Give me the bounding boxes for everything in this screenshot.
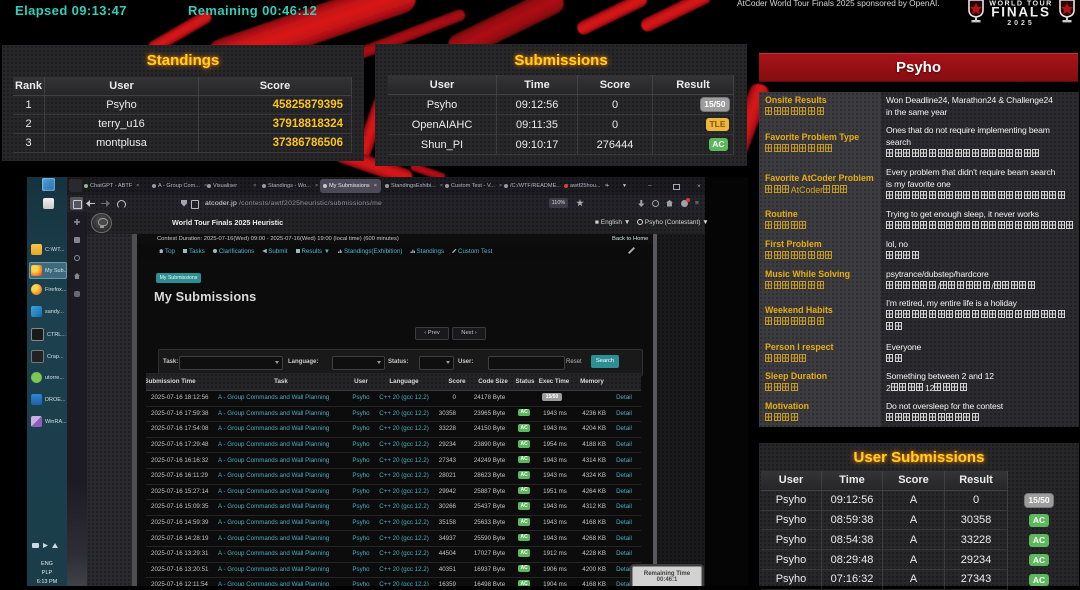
svg-text:2025: 2025 — [1007, 20, 1035, 27]
svg-text:FINALS: FINALS — [991, 5, 1051, 20]
